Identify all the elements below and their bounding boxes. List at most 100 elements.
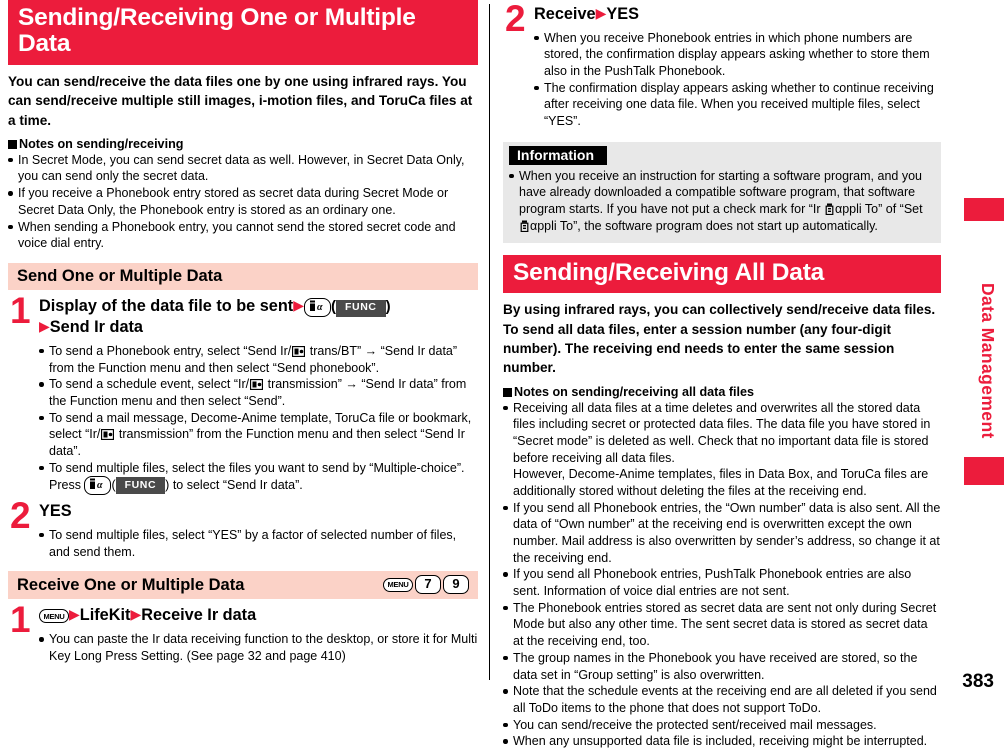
list-item-text-b: αppli To” of “Set xyxy=(834,202,923,217)
list-item: To send a schedule event, select “Ir/ tr… xyxy=(39,376,478,409)
list-item-text: You can send/receive the protected sent/… xyxy=(513,717,877,732)
list-item: When any unsupported data file is includ… xyxy=(503,733,941,750)
right-column: 2 Receive▶YES When you receive Phonebook… xyxy=(503,0,941,750)
side-accent-block-top xyxy=(964,198,1004,221)
left-column: Sending/Receiving One or Multiple Data Y… xyxy=(8,0,478,664)
section-banner-one-or-multiple: Sending/Receiving One or Multiple Data xyxy=(8,0,478,65)
bullet-dot-icon xyxy=(503,722,508,728)
information-list: When you receive an instruction for star… xyxy=(509,168,932,235)
notes-heading-left: Notes on sending/receiving xyxy=(8,137,478,151)
list-item-text-a: To send a Phonebook entry, select “Send … xyxy=(49,343,292,358)
bullet-dot-icon xyxy=(503,655,508,661)
step-send-2: 2 YES To send multiple files, select “YE… xyxy=(8,497,478,560)
information-label: Information xyxy=(509,145,607,165)
step-title: YES xyxy=(39,502,72,521)
step-send-2-bullets: To send multiple files, select “YES” by … xyxy=(39,527,478,560)
step-title-part1: Display of the data file to be sent xyxy=(39,297,294,316)
bullet-dot-icon xyxy=(8,224,13,230)
list-item: When sending a Phonebook entry, you cann… xyxy=(8,219,478,252)
list-item-text: However, Decome-Anime templates, files i… xyxy=(513,467,929,498)
list-item-text: If you send all Phonebook entries, PushT… xyxy=(513,567,912,599)
bullet-dot-icon xyxy=(39,532,44,538)
list-item: The confirmation display appears asking … xyxy=(534,80,941,130)
list-item: The group names in the Phonebook you hav… xyxy=(503,650,941,683)
step-number: 2 xyxy=(10,495,31,537)
list-item: In Secret Mode, you can send secret data… xyxy=(8,152,478,185)
list-item: If you send all Phonebook entries, PushT… xyxy=(503,566,941,599)
step-receive-1-bullets: You can paste the Ir data receiving func… xyxy=(39,631,478,664)
notes-heading-right: Notes on sending/receiving all data file… xyxy=(503,385,941,399)
list-item-text-a: To send a schedule event, select “Ir/ xyxy=(49,377,250,392)
arrow-right-icon: ▶ xyxy=(130,606,142,623)
manual-page: Sending/Receiving One or Multiple Data Y… xyxy=(0,0,1004,748)
svg-text:α: α xyxy=(97,480,103,490)
i-appli-icon xyxy=(520,220,529,233)
list-item-text: The confirmation display appears asking … xyxy=(544,80,934,128)
notes-heading-label: Notes on sending/receiving all data file… xyxy=(514,384,755,399)
subsection-title: Send One or Multiple Data xyxy=(17,266,223,285)
filled-square-icon xyxy=(8,139,17,149)
section-banner-all-data: Sending/Receiving All Data xyxy=(503,254,941,294)
bullet-dot-icon xyxy=(503,572,508,577)
step-title-part2: Receive Ir data xyxy=(141,606,257,625)
list-item-continuation: However, Decome-Anime templates, files i… xyxy=(503,466,941,499)
foma-device-icon xyxy=(250,379,264,391)
bullet-dot-icon xyxy=(8,157,13,163)
func-badge[interactable]: FUNC xyxy=(336,299,386,317)
step-title-part1: LifeKit xyxy=(79,606,131,625)
bullet-dot-icon xyxy=(503,505,508,511)
list-item-text: To send multiple files, select “YES” by … xyxy=(49,527,457,559)
step-receive-2: 2 Receive▶YES When you receive Phonebook… xyxy=(503,0,941,130)
bullet-dot-icon xyxy=(39,637,44,642)
list-item: If you receive a Phonebook entry stored … xyxy=(8,185,478,218)
step-number: 2 xyxy=(505,0,526,39)
step-title-part1: Receive xyxy=(534,5,596,23)
bullet-dot-icon xyxy=(503,739,508,744)
page-number: 383 xyxy=(962,671,994,692)
list-item: To send a mail message, Decome-Anime tem… xyxy=(39,410,478,460)
intro-paragraph-right: By using infrared rays, you can collecti… xyxy=(503,302,936,376)
bullet-dot-icon xyxy=(503,689,508,694)
bullet-dot-icon xyxy=(503,405,508,411)
chapter-side-tab: Data Management xyxy=(978,283,998,439)
step-send-1: 1 Display of the data file to be sent▶ α(… xyxy=(8,292,478,496)
list-item: When you receive Phonebook entries in wh… xyxy=(534,30,941,80)
func-badge[interactable]: FUNC xyxy=(115,476,166,495)
list-item-text: When any unsupported data file is includ… xyxy=(513,734,928,749)
list-item-text: The Phonebook entries stored as secret d… xyxy=(513,600,937,649)
list-item-text: You can paste the Ir data receiving func… xyxy=(49,632,478,663)
menu-key-icon[interactable]: MENU xyxy=(383,577,413,592)
list-item: If you send all Phonebook entries, the “… xyxy=(503,500,941,567)
bullet-dot-icon xyxy=(534,35,539,41)
numeric-key-9-icon[interactable]: 9 xyxy=(443,575,469,595)
step-title: MENU ▶LifeKit▶Receive Ir data xyxy=(39,605,478,626)
imode-key-icon[interactable]: α xyxy=(304,297,331,317)
list-item-text: In Secret Mode, you can send secret data… xyxy=(18,152,465,184)
step-title-part2: Send Ir data xyxy=(49,318,143,337)
bullet-dot-icon xyxy=(39,348,44,354)
list-item-text: When you receive Phonebook entries in wh… xyxy=(544,30,930,78)
list-item-text-b: to select “Send Ir data”. xyxy=(169,478,303,493)
arrow-right-icon: ▶ xyxy=(293,297,304,314)
step-title-part2: YES xyxy=(606,5,639,23)
notes-heading-label: Notes on sending/receiving xyxy=(19,136,184,151)
imode-key-icon[interactable]: α xyxy=(84,476,112,496)
list-item: To send multiple files, select the files… xyxy=(39,460,478,496)
information-box: Information When you receive an instruct… xyxy=(503,141,941,243)
side-accent-block-bottom xyxy=(964,457,1004,485)
i-appli-icon xyxy=(825,203,834,216)
bullet-dot-icon xyxy=(39,415,44,421)
list-item: You can send/receive the protected sent/… xyxy=(503,717,941,734)
numeric-key-7-icon[interactable]: 7 xyxy=(415,575,441,595)
notes-list-right: Receiving all data files at a time delet… xyxy=(503,400,941,750)
list-item: The Phonebook entries stored as secret d… xyxy=(503,600,941,650)
step-title: Display of the data file to be sent▶ α(FU… xyxy=(39,297,391,337)
list-item-text: Receiving all data files at a time delet… xyxy=(513,400,931,465)
step-send-1-bullets: To send a Phonebook entry, select “Send … xyxy=(39,343,478,496)
foma-device-icon xyxy=(292,345,306,357)
key-sequence: MENU 7 9 xyxy=(383,575,469,595)
column-divider xyxy=(489,4,490,680)
list-item: You can paste the Ir data receiving func… xyxy=(39,631,478,664)
bullet-dot-icon xyxy=(534,85,539,91)
menu-key-icon[interactable]: MENU xyxy=(39,609,69,624)
